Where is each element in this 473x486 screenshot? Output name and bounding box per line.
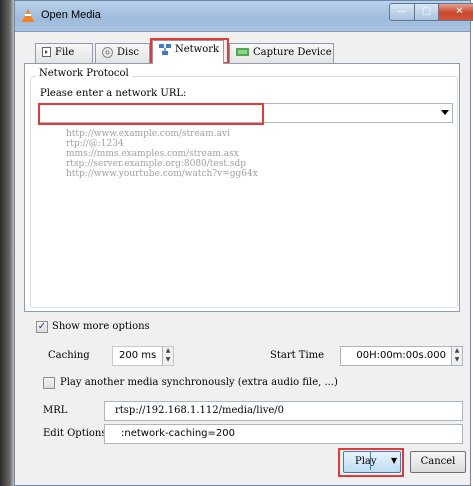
spin-down-icon[interactable]: ▼ <box>163 355 173 364</box>
start-time-label: Start Time <box>270 350 325 361</box>
start-time-field[interactable]: 00H:00m:00s.000 ▲ ▼ <box>340 346 463 366</box>
file-icon <box>42 47 51 57</box>
url-examples: http://www.example.com/stream.avi rtp://… <box>66 129 258 179</box>
group-title: Network Protocol <box>36 68 132 79</box>
url-prompt: Please enter a network URL: <box>40 88 187 99</box>
spin-up-icon[interactable]: ▲ <box>163 347 173 355</box>
example-url: http://www.yourtube.com/watch?v=gg64x <box>66 169 258 179</box>
caching-spinner[interactable]: ▲ ▼ <box>162 347 173 365</box>
tab-disc[interactable]: Disc <box>95 43 150 63</box>
url-combobox[interactable] <box>39 103 453 123</box>
capture-device-icon <box>236 48 249 56</box>
start-time-value: 00H:00m:00s.000 <box>356 350 446 361</box>
tab-file[interactable]: File <box>35 43 93 63</box>
maximize-button[interactable]: □ <box>414 3 439 21</box>
example-url: rtp://@:1234 <box>66 139 124 149</box>
play-button[interactable]: Play ▼ <box>343 451 401 473</box>
mrl-label: MRL <box>43 405 68 416</box>
cancel-button[interactable]: Cancel <box>410 451 466 473</box>
title-bar[interactable]: Open Media — □ ✕ <box>15 1 473 32</box>
caching-value: 200 ms <box>119 350 157 361</box>
show-more-options-label: Show more options <box>52 321 150 332</box>
mrl-field[interactable]: rtsp://192.168.1.112/media/live/0 <box>104 401 463 421</box>
example-url: http://www.example.com/stream.avi <box>66 129 230 139</box>
example-url: rtsp://server.example.org:8080/test.sdp <box>66 159 246 169</box>
play-button-label: Play <box>355 456 377 467</box>
caching-label: Caching <box>48 350 90 361</box>
window-title: Open Media <box>41 9 101 21</box>
show-more-options-checkbox[interactable]: ✓ <box>36 321 48 333</box>
tab-capture-device[interactable]: Capture Device <box>229 43 334 63</box>
play-synchronously-checkbox[interactable] <box>43 377 55 389</box>
play-synchronously-label: Play another media synchronously (extra … <box>60 377 338 388</box>
chevron-down-icon[interactable] <box>441 110 449 115</box>
close-button[interactable]: ✕ <box>438 3 473 21</box>
start-time-spinner[interactable]: ▲ ▼ <box>451 347 462 365</box>
tab-network[interactable]: Network <box>152 40 224 64</box>
minimize-button[interactable]: — <box>389 3 415 21</box>
edit-options-label: Edit Options <box>43 428 107 439</box>
chevron-down-icon[interactable]: ▼ <box>391 451 397 471</box>
caching-field[interactable]: 200 ms ▲ ▼ <box>112 346 174 366</box>
example-url: mms://mms.examples.com/stream.asx <box>66 149 239 159</box>
spin-down-icon[interactable]: ▼ <box>452 355 462 364</box>
background-edge <box>0 0 14 486</box>
edit-options-field[interactable]: :network-caching=200 <box>104 424 463 444</box>
network-icon <box>159 43 171 55</box>
vlc-cone-icon <box>22 9 34 22</box>
disc-icon <box>102 46 113 58</box>
spin-up-icon[interactable]: ▲ <box>452 347 462 355</box>
play-dropdown-separator <box>370 452 371 470</box>
